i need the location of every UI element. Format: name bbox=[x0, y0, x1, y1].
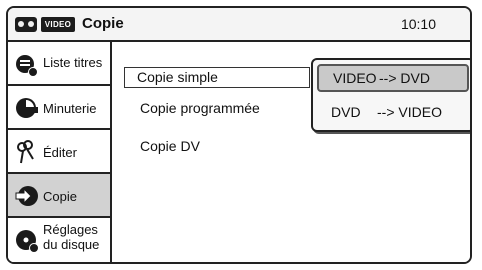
timer-icon bbox=[16, 98, 38, 118]
disc-settings-icon bbox=[16, 230, 39, 253]
copy-menu: Copie simple Copie programmée Copie DV V… bbox=[112, 42, 470, 262]
sidebar-item-label-line2: du disque bbox=[43, 237, 100, 252]
option-source: VIDEO bbox=[333, 70, 377, 86]
cassette-tape-icon bbox=[15, 17, 37, 32]
sidebar-item-label: Liste titres bbox=[43, 55, 103, 70]
sidebar-item-editer[interactable]: Éditer bbox=[8, 130, 110, 174]
copy-arrow-icon bbox=[15, 186, 38, 206]
option-source: DVD bbox=[331, 104, 361, 120]
option-target: --> DVD bbox=[379, 70, 430, 86]
sidebar-item-label: Copie bbox=[43, 189, 77, 204]
sidebar-item-reglages-disque[interactable]: Réglages du disque bbox=[8, 218, 110, 262]
sidebar: Liste titres Minuterie Éditer Copie Régl… bbox=[8, 42, 112, 262]
sidebar-item-copie[interactable]: Copie bbox=[8, 174, 110, 218]
dvd-recorder-osd: VIDEO Copie 10:10 Liste titres Minuterie bbox=[6, 6, 472, 264]
sidebar-item-label: Minuterie bbox=[43, 101, 97, 116]
sidebar-item-label-line1: Réglages bbox=[43, 222, 98, 237]
sidebar-item-minuterie[interactable]: Minuterie bbox=[8, 86, 110, 130]
sidebar-item-liste-titres[interactable]: Liste titres bbox=[8, 42, 110, 86]
clock: 10:10 bbox=[400, 16, 436, 32]
menu-item-copie-dv[interactable]: Copie DV bbox=[140, 138, 200, 154]
menu-item-copie-programmee[interactable]: Copie programmée bbox=[140, 100, 260, 116]
scissors-icon bbox=[17, 140, 34, 164]
menu-item-copie-simple[interactable]: Copie simple bbox=[124, 67, 310, 88]
copy-direction-submenu: VIDEO --> DVD DVD --> VIDEO bbox=[311, 58, 470, 132]
sidebar-item-label: Éditer bbox=[43, 145, 77, 160]
title-list-icon bbox=[16, 55, 38, 77]
option-target: --> VIDEO bbox=[377, 104, 442, 120]
option-dvd-to-video[interactable]: DVD --> VIDEO bbox=[317, 98, 469, 126]
title-bar: VIDEO Copie 10:10 bbox=[8, 8, 470, 42]
video-mode-badge: VIDEO bbox=[41, 17, 75, 32]
option-video-to-dvd[interactable]: VIDEO --> DVD bbox=[317, 64, 469, 92]
page-title: Copie bbox=[82, 15, 124, 32]
